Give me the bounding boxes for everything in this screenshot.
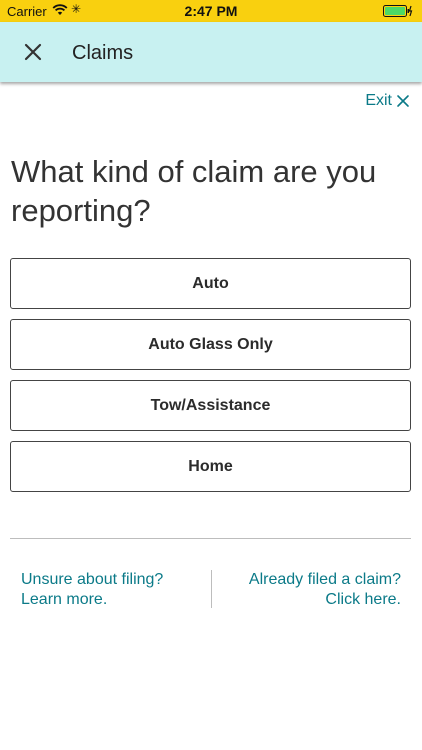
question-heading: What kind of claim are you reporting? <box>11 154 377 228</box>
page-title: Claims <box>72 42 134 64</box>
vertical-divider <box>211 570 212 608</box>
status-bar: Carrier ✳ 2:47 PM <box>0 0 422 22</box>
battery-charging-icon <box>383 5 413 20</box>
exit-label: Exit <box>365 92 392 109</box>
learn-more-line1: Unsure about filing? <box>21 571 164 588</box>
exit-link[interactable]: Exit <box>365 92 410 110</box>
already-filed-link[interactable]: Already filed a claim? Click here. <box>249 570 401 610</box>
close-button[interactable] <box>20 39 46 65</box>
already-filed-line2: Click here. <box>325 591 401 608</box>
already-filed-line1: Already filed a claim? <box>248 571 401 588</box>
close-icon <box>24 43 42 61</box>
nav-bar: Claims <box>0 22 422 82</box>
option-tow-assistance-button[interactable]: Tow/Assistance <box>10 380 411 431</box>
option-auto-glass-button[interactable]: Auto Glass Only <box>10 319 411 370</box>
learn-more-link[interactable]: Unsure about filing? Learn more. <box>21 570 163 610</box>
status-time: 2:47 PM <box>184 3 238 19</box>
close-icon <box>397 95 409 107</box>
section-divider <box>10 538 411 539</box>
option-home-button[interactable]: Home <box>10 441 411 492</box>
learn-more-line2: Learn more. <box>21 591 108 608</box>
option-auto-button[interactable]: Auto <box>10 258 411 309</box>
